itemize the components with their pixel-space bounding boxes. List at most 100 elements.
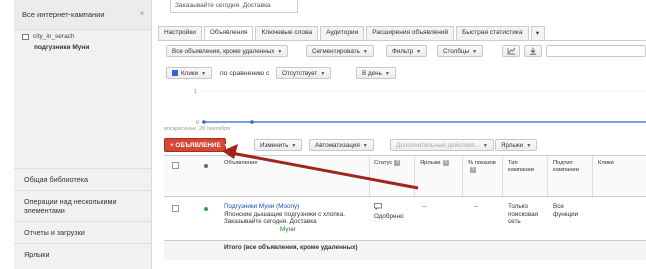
labels-header-label: Ярлыки	[420, 160, 441, 166]
ad-text-preview: Заказывайте сегодня. Доставка	[170, 0, 298, 13]
sidebar-item-shared-library[interactable]: Общая библиотека	[14, 168, 151, 190]
automation-label: Автоматизация	[315, 142, 360, 149]
filter-label: Фильтр	[392, 48, 414, 55]
sidebar-campaign[interactable]: city_in_serach	[14, 30, 151, 40]
chevron-down-icon: ▼	[416, 49, 422, 55]
metric-label: Клики	[181, 70, 199, 77]
tab-settings[interactable]: Настройки	[158, 26, 202, 40]
column-divider	[414, 156, 415, 198]
sidebar-bottom-menu: Общая библиотека Операции над нескольким…	[14, 168, 151, 265]
table-row: Подгузники Муни (Moony) Японские дышащие…	[164, 198, 646, 240]
chevron-down-icon: ▼	[526, 143, 532, 149]
tab-ads[interactable]: Объявления	[203, 26, 254, 41]
chart-x-label: воскресенье, 28 сентября	[164, 126, 231, 132]
column-header-labels[interactable]: Ярлыки?	[420, 160, 449, 167]
chevron-down-icon: ▼	[201, 71, 207, 77]
chevron-down-icon: ▼	[384, 71, 390, 77]
tab-audiences[interactable]: Аудитории	[320, 26, 365, 40]
chevron-down-icon: ▼	[291, 143, 297, 149]
download-button[interactable]	[524, 45, 542, 57]
ad-display-url: Муни	[280, 225, 296, 233]
more-actions-dropdown[interactable]: Дополнительные действия... ▼	[390, 139, 494, 151]
chevron-down-icon: ▼	[223, 143, 229, 149]
tab-quick-stats[interactable]: Быстрая статистика	[456, 26, 529, 40]
all-campaigns-header[interactable]: Все интернет-кампании «	[14, 0, 151, 30]
column-header-clicks[interactable]: Клики	[598, 160, 614, 167]
help-icon[interactable]: ?	[442, 160, 449, 166]
column-divider	[369, 156, 370, 198]
help-icon[interactable]: ?	[470, 167, 476, 173]
all-campaigns-label: Все интернет-кампании	[22, 10, 105, 19]
enabled-status-dot[interactable]	[204, 207, 208, 211]
chevron-down-icon: ▼	[362, 143, 368, 149]
columns-dropdown[interactable]: Столбцы ▼	[437, 45, 484, 57]
tab-keywords[interactable]: Ключевые слова	[255, 26, 319, 40]
period-dropdown[interactable]: В день ▼	[356, 67, 396, 79]
tab-bar: Настройки Объявления Ключевые слова Ауди…	[158, 26, 547, 41]
compare-dropdown[interactable]: Отсутствует ▼	[276, 67, 332, 79]
metric-dropdown[interactable]: Клики ▼	[166, 67, 213, 79]
column-header-impressions-pct[interactable]: % показов?	[468, 160, 498, 174]
chart-icon	[507, 47, 516, 57]
row-checkbox[interactable]	[172, 205, 179, 212]
subtype-cell: Все функции	[553, 203, 579, 218]
main-content: Заказывайте сегодня. Доставка Настройки …	[152, 0, 646, 269]
ad-line-2: Заказывайте сегодня. Доставка	[224, 218, 317, 225]
ad-title-link[interactable]: Подгузники Муни (Moony)	[224, 203, 368, 211]
column-header-subtype[interactable]: Подтип кампании	[553, 160, 589, 174]
automation-dropdown[interactable]: Автоматизация ▼	[309, 139, 374, 151]
labels-cell: --	[422, 203, 427, 210]
edit-dropdown[interactable]: Изменить ▼	[254, 139, 303, 151]
columns-label: Столбцы	[443, 48, 470, 55]
column-header-campaign-type[interactable]: Тип кампании	[508, 160, 544, 174]
search-field[interactable]	[546, 45, 646, 57]
chevron-down-icon: ▼	[472, 49, 478, 55]
chart-toggle-button[interactable]	[502, 45, 520, 57]
speech-bubble-icon[interactable]	[374, 203, 404, 213]
chevron-down-icon: ▼	[277, 49, 283, 55]
tab-more-button[interactable]: ▾	[530, 26, 545, 40]
add-ad-button[interactable]: + ОБЪЯВЛЕНИЕ ▼	[164, 138, 229, 152]
segment-dropdown[interactable]: Сегментировать ▼	[306, 45, 374, 57]
sidebar-ad-group[interactable]: подгузники Муни	[14, 40, 151, 51]
campaign-name: city_in_serach	[33, 33, 75, 40]
chevron-down-icon: ▼	[362, 49, 368, 55]
tab-divider	[158, 40, 646, 41]
period-label: В день	[362, 70, 382, 77]
sidebar: Все интернет-кампании « city_in_serach п…	[14, 0, 152, 269]
tab-ad-extensions[interactable]: Расширения объявлений	[366, 26, 455, 40]
ads-filter-dropdown[interactable]: Все объявления, кроме удаленных ▼	[166, 45, 289, 57]
chevron-down-icon: ▼	[482, 143, 488, 149]
column-divider	[547, 156, 548, 198]
metric-color-swatch	[172, 70, 178, 76]
sidebar-item-labels[interactable]: Ярлыки	[14, 243, 151, 265]
totals-label: Итого (все объявления, кроме удаленных)	[224, 244, 358, 251]
labels-dropdown[interactable]: Ярлыки ▼	[495, 139, 538, 151]
filter-dropdown[interactable]: Фильтр ▼	[386, 45, 428, 57]
segment-label: Сегментировать	[312, 48, 360, 55]
ad-line-1: Японские дышащие подгузники с хлопка.	[224, 210, 345, 218]
sidebar-item-reports[interactable]: Отчеты и загрузки	[14, 221, 151, 243]
add-ad-label: + ОБЪЯВЛЕНИЕ	[170, 142, 221, 149]
status-cell: Одобрено	[374, 203, 404, 220]
campaign-icon	[22, 33, 29, 40]
y-tick-1: 1	[194, 89, 197, 95]
collapse-sidebar-icon[interactable]: «	[137, 9, 147, 19]
column-header-status[interactable]: Статус?	[374, 160, 401, 167]
campaign-type-cell: Только поисковая сеть	[508, 203, 539, 225]
column-divider	[592, 156, 593, 198]
select-all-checkbox[interactable]	[172, 162, 179, 169]
more-actions-label: Дополнительные действия...	[396, 142, 480, 149]
sidebar-item-bulk-operations[interactable]: Операции над несколькими элементами	[14, 190, 151, 221]
labels-label: Ярлыки	[501, 142, 524, 149]
ads-filter-label: Все объявления, кроме удаленных	[172, 48, 275, 55]
download-icon	[529, 47, 537, 57]
impressions-pct-cell: --	[474, 203, 479, 210]
column-divider	[502, 156, 503, 198]
column-header-ad[interactable]: Объявление	[224, 160, 258, 167]
chevron-down-icon: ▼	[320, 71, 326, 77]
compare-label: по сравнению с	[220, 70, 270, 77]
column-divider	[462, 156, 463, 198]
help-icon[interactable]: ?	[394, 160, 401, 166]
status-value: Одобрено	[374, 212, 404, 220]
